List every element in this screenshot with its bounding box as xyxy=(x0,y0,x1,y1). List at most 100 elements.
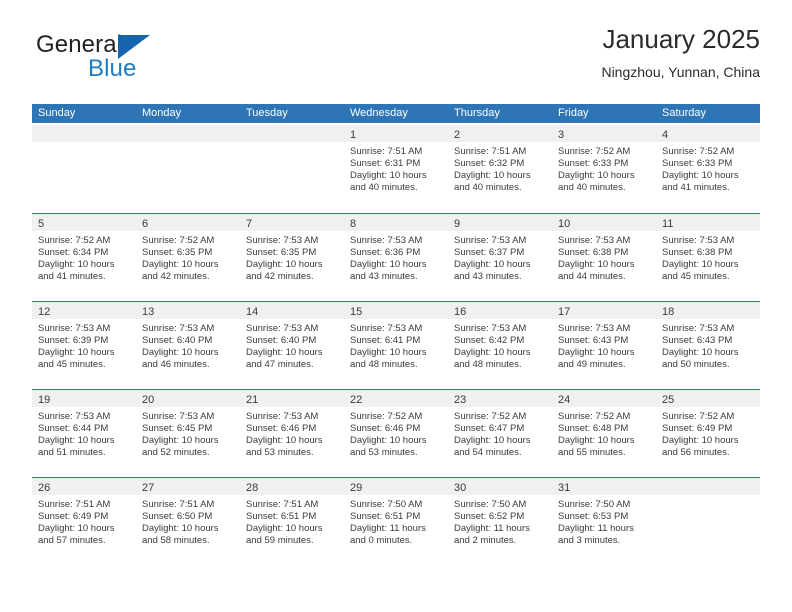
day-info: Sunrise: 7:52 AM Sunset: 6:34 PM Dayligh… xyxy=(32,231,136,283)
day-cell[interactable]: 6 Sunrise: 7:52 AM Sunset: 6:35 PM Dayli… xyxy=(136,214,240,301)
day-info: Sunrise: 7:52 AM Sunset: 6:35 PM Dayligh… xyxy=(136,231,240,283)
day-cell[interactable]: 1 Sunrise: 7:51 AM Sunset: 6:31 PM Dayli… xyxy=(344,125,448,213)
daylight-text-line2: and 48 minutes. xyxy=(454,358,522,370)
sunrise-text: Sunrise: 7:53 AM xyxy=(558,323,631,334)
day-cell[interactable] xyxy=(136,125,240,213)
day-cell[interactable]: 18 Sunrise: 7:53 AM Sunset: 6:43 PM Dayl… xyxy=(656,302,760,389)
daylight-text-line2: and 47 minutes. xyxy=(246,358,314,370)
general-blue-logo[interactable]: General Blue xyxy=(32,32,212,88)
daylight-text-line1: Daylight: 10 hours xyxy=(142,522,219,534)
day-number-band: 6 xyxy=(136,214,240,231)
sunset-text: Sunset: 6:36 PM xyxy=(350,246,421,258)
day-cell[interactable]: 29 Sunrise: 7:50 AM Sunset: 6:51 PM Dayl… xyxy=(344,478,448,565)
day-number-band: 21 xyxy=(240,390,344,407)
day-info: Sunrise: 7:52 AM Sunset: 6:33 PM Dayligh… xyxy=(656,142,760,194)
day-info: Sunrise: 7:52 AM Sunset: 6:47 PM Dayligh… xyxy=(448,407,552,459)
day-number-band: 27 xyxy=(136,478,240,495)
daylight-text-line2: and 53 minutes. xyxy=(246,446,314,458)
day-number-band: 28 xyxy=(240,478,344,495)
day-number-band: 8 xyxy=(344,214,448,231)
weekday-header-wednesday: Wednesday xyxy=(350,107,408,119)
day-cell[interactable]: 10 Sunrise: 7:53 AM Sunset: 6:38 PM Dayl… xyxy=(552,214,656,301)
day-number-band: 7 xyxy=(240,214,344,231)
day-cell[interactable]: 31 Sunrise: 7:50 AM Sunset: 6:53 PM Dayl… xyxy=(552,478,656,565)
daylight-text-line2: and 0 minutes. xyxy=(350,534,413,546)
day-cell[interactable]: 12 Sunrise: 7:53 AM Sunset: 6:39 PM Dayl… xyxy=(32,302,136,389)
sunrise-text: Sunrise: 7:50 AM xyxy=(558,499,631,510)
day-info: Sunrise: 7:50 AM Sunset: 6:52 PM Dayligh… xyxy=(448,495,552,547)
day-cell[interactable]: 14 Sunrise: 7:53 AM Sunset: 6:40 PM Dayl… xyxy=(240,302,344,389)
sunrise-text: Sunrise: 7:51 AM xyxy=(142,499,215,510)
day-number-band: 12 xyxy=(32,302,136,319)
daylight-text-line2: and 56 minutes. xyxy=(662,446,730,458)
day-info: Sunrise: 7:51 AM Sunset: 6:49 PM Dayligh… xyxy=(32,495,136,547)
day-cell[interactable] xyxy=(656,478,760,565)
daylight-text-line2: and 59 minutes. xyxy=(246,534,314,546)
daylight-text-line2: and 40 minutes. xyxy=(558,181,626,193)
sunset-text: Sunset: 6:43 PM xyxy=(662,334,733,346)
day-number-band: 17 xyxy=(552,302,656,319)
day-number: 5 xyxy=(38,218,45,230)
sunset-text: Sunset: 6:31 PM xyxy=(350,157,421,169)
day-number-band: 14 xyxy=(240,302,344,319)
sunrise-text: Sunrise: 7:53 AM xyxy=(246,235,319,246)
sunset-text: Sunset: 6:35 PM xyxy=(142,246,213,258)
daylight-text-line2: and 53 minutes. xyxy=(350,446,418,458)
day-number-band xyxy=(32,125,136,142)
weekday-header-thursday: Thursday xyxy=(454,107,500,119)
day-number-band: 16 xyxy=(448,302,552,319)
sunset-text: Sunset: 6:52 PM xyxy=(454,510,525,522)
daylight-text-line2: and 50 minutes. xyxy=(662,358,730,370)
sunset-text: Sunset: 6:33 PM xyxy=(558,157,629,169)
day-number-band: 24 xyxy=(552,390,656,407)
sunset-text: Sunset: 6:34 PM xyxy=(38,246,109,258)
day-cell[interactable]: 28 Sunrise: 7:51 AM Sunset: 6:51 PM Dayl… xyxy=(240,478,344,565)
daylight-text-line1: Daylight: 10 hours xyxy=(350,434,427,446)
day-number: 8 xyxy=(350,218,357,230)
sunset-text: Sunset: 6:46 PM xyxy=(246,422,317,434)
sunrise-text: Sunrise: 7:53 AM xyxy=(142,411,215,422)
day-number-band: 1 xyxy=(344,125,448,142)
daylight-text-line1: Daylight: 10 hours xyxy=(38,522,115,534)
day-cell[interactable]: 7 Sunrise: 7:53 AM Sunset: 6:35 PM Dayli… xyxy=(240,214,344,301)
day-cell[interactable]: 23 Sunrise: 7:52 AM Sunset: 6:47 PM Dayl… xyxy=(448,390,552,477)
day-info: Sunrise: 7:53 AM Sunset: 6:42 PM Dayligh… xyxy=(448,319,552,371)
page-header: General Blue January 2025 Ningzhou, Yunn… xyxy=(32,22,760,94)
day-cell[interactable]: 22 Sunrise: 7:52 AM Sunset: 6:46 PM Dayl… xyxy=(344,390,448,477)
day-cell[interactable]: 24 Sunrise: 7:52 AM Sunset: 6:48 PM Dayl… xyxy=(552,390,656,477)
day-cell[interactable]: 20 Sunrise: 7:53 AM Sunset: 6:45 PM Dayl… xyxy=(136,390,240,477)
sunrise-text: Sunrise: 7:52 AM xyxy=(454,411,527,422)
day-cell[interactable]: 3 Sunrise: 7:52 AM Sunset: 6:33 PM Dayli… xyxy=(552,125,656,213)
day-cell[interactable]: 25 Sunrise: 7:52 AM Sunset: 6:49 PM Dayl… xyxy=(656,390,760,477)
day-number: 21 xyxy=(246,394,259,406)
day-number: 11 xyxy=(662,218,674,230)
day-cell[interactable]: 9 Sunrise: 7:53 AM Sunset: 6:37 PM Dayli… xyxy=(448,214,552,301)
day-cell[interactable]: 8 Sunrise: 7:53 AM Sunset: 6:36 PM Dayli… xyxy=(344,214,448,301)
day-cell[interactable]: 27 Sunrise: 7:51 AM Sunset: 6:50 PM Dayl… xyxy=(136,478,240,565)
day-info: Sunrise: 7:53 AM Sunset: 6:41 PM Dayligh… xyxy=(344,319,448,371)
sunset-text: Sunset: 6:33 PM xyxy=(662,157,733,169)
day-cell[interactable]: 17 Sunrise: 7:53 AM Sunset: 6:43 PM Dayl… xyxy=(552,302,656,389)
daylight-text-line1: Daylight: 10 hours xyxy=(662,258,739,270)
day-cell[interactable]: 5 Sunrise: 7:52 AM Sunset: 6:34 PM Dayli… xyxy=(32,214,136,301)
day-cell[interactable]: 11 Sunrise: 7:53 AM Sunset: 6:38 PM Dayl… xyxy=(656,214,760,301)
day-cell[interactable]: 21 Sunrise: 7:53 AM Sunset: 6:46 PM Dayl… xyxy=(240,390,344,477)
day-cell[interactable]: 16 Sunrise: 7:53 AM Sunset: 6:42 PM Dayl… xyxy=(448,302,552,389)
day-cell[interactable]: 15 Sunrise: 7:53 AM Sunset: 6:41 PM Dayl… xyxy=(344,302,448,389)
daylight-text-line2: and 45 minutes. xyxy=(38,358,106,370)
day-cell[interactable] xyxy=(240,125,344,213)
day-cell[interactable]: 30 Sunrise: 7:50 AM Sunset: 6:52 PM Dayl… xyxy=(448,478,552,565)
day-number: 26 xyxy=(38,482,51,494)
day-info: Sunrise: 7:53 AM Sunset: 6:39 PM Dayligh… xyxy=(32,319,136,371)
daylight-text-line1: Daylight: 10 hours xyxy=(246,434,323,446)
day-cell[interactable]: 26 Sunrise: 7:51 AM Sunset: 6:49 PM Dayl… xyxy=(32,478,136,565)
day-number-band: 18 xyxy=(656,302,760,319)
day-cell[interactable]: 19 Sunrise: 7:53 AM Sunset: 6:44 PM Dayl… xyxy=(32,390,136,477)
day-cell[interactable]: 2 Sunrise: 7:51 AM Sunset: 6:32 PM Dayli… xyxy=(448,125,552,213)
weekday-header-friday: Friday xyxy=(558,107,589,119)
day-cell[interactable] xyxy=(32,125,136,213)
day-cell[interactable]: 4 Sunrise: 7:52 AM Sunset: 6:33 PM Dayli… xyxy=(656,125,760,213)
daylight-text-line1: Daylight: 10 hours xyxy=(662,169,739,181)
day-info: Sunrise: 7:51 AM Sunset: 6:32 PM Dayligh… xyxy=(448,142,552,194)
day-cell[interactable]: 13 Sunrise: 7:53 AM Sunset: 6:40 PM Dayl… xyxy=(136,302,240,389)
